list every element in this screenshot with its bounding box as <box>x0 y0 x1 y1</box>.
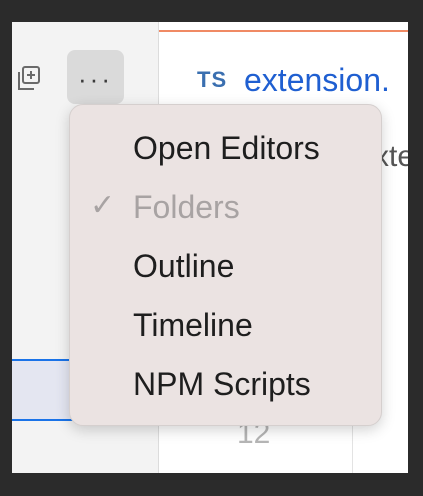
menu-item-label: Open Editors <box>133 130 320 166</box>
collapse-folders-icon[interactable] <box>14 64 42 94</box>
menu-item-npm-scripts[interactable]: NPM Scripts <box>70 353 381 411</box>
menu-item-folders[interactable]: ✓ Folders <box>70 176 381 234</box>
menu-item-timeline[interactable]: Timeline <box>70 294 381 352</box>
typescript-icon: TS <box>197 67 228 92</box>
menu-item-label: Timeline <box>133 307 253 343</box>
menu-item-outline[interactable]: Outline <box>70 235 381 293</box>
checkmark-icon: ✓ <box>90 189 116 222</box>
views-dropdown-menu: Open Editors ✓ Folders Outline Timeline … <box>69 104 382 426</box>
tab-title: extension. <box>244 62 390 98</box>
menu-item-label: NPM Scripts <box>133 366 311 402</box>
menu-item-label: Folders <box>133 189 240 225</box>
menu-item-label: Outline <box>133 248 235 284</box>
more-actions-button[interactable]: ··· <box>67 50 124 104</box>
menu-item-open-editors[interactable]: Open Editors <box>70 117 381 175</box>
ellipsis-icon: ··· <box>78 64 113 94</box>
